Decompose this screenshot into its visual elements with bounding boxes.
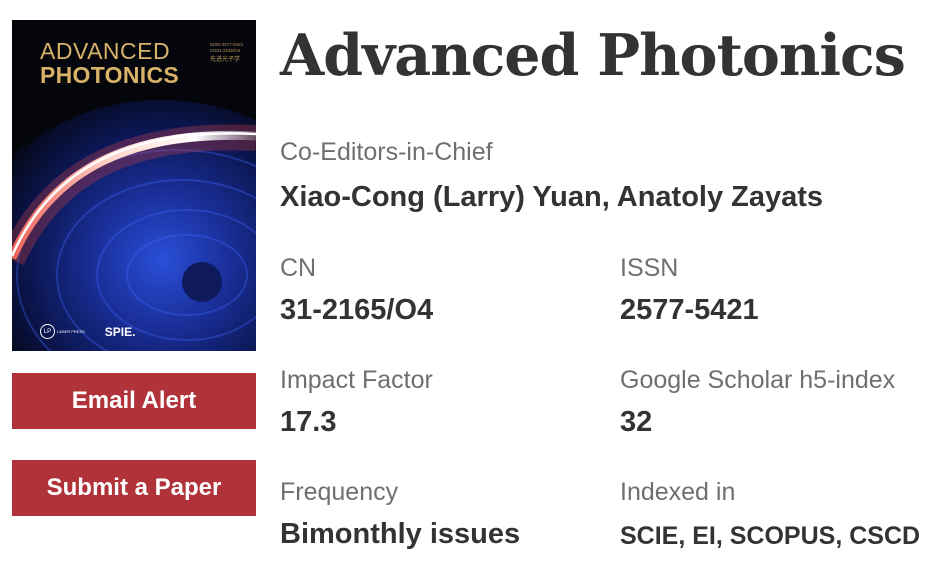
editors-label: Co-Editors-in-Chief [280,138,493,166]
h5-index-label: Google Scholar h5-index [620,366,896,394]
cover-cn-text: 先进光子学 [210,57,241,63]
laser-press-logo: LP [40,324,55,339]
issn-value: 2577-5421 [620,294,759,326]
laser-press-text: LASER PRESS [57,329,85,334]
frequency-value: Bimonthly issues [280,518,521,550]
editors-value: Xiao-Cong (Larry) Yuan, Anatoly Zayats [280,181,824,213]
impact-factor-value: 17.3 [280,406,337,438]
impact-factor-label: Impact Factor [280,366,433,394]
cover-title-line1: ADVANCED [40,38,171,64]
submit-paper-button[interactable]: Submit a Paper [12,460,256,516]
cover-publishers: LP LASER PRESS SPIE. [40,324,135,339]
cn-label: CN [280,254,317,282]
journal-cover-image: ADVANCED PHOTONICS ISSN 2577-5421 CN31-2… [12,20,256,351]
cover-title: ADVANCED PHOTONICS [40,40,179,87]
journal-title: Advanced Photonics [280,22,906,89]
issn-label: ISSN [620,254,679,282]
cn-value: 31-2165/O4 [280,294,434,326]
email-alert-button[interactable]: Email Alert [12,373,256,429]
indexed-in-value: SCIE, EI, SCOPUS, CSCD [620,522,921,550]
indexed-in-label: Indexed in [620,478,736,506]
cover-title-line2: PHOTONICS [40,62,180,88]
h5-index-value: 32 [620,406,653,438]
spie-logo: SPIE. [104,324,136,339]
cover-issn-line2: CN31-2165/O4 [210,48,241,53]
cover-issn: ISSN 2577-5421 CN31-2165/O4 先进光子学 [210,42,254,63]
frequency-label: Frequency [280,478,399,506]
